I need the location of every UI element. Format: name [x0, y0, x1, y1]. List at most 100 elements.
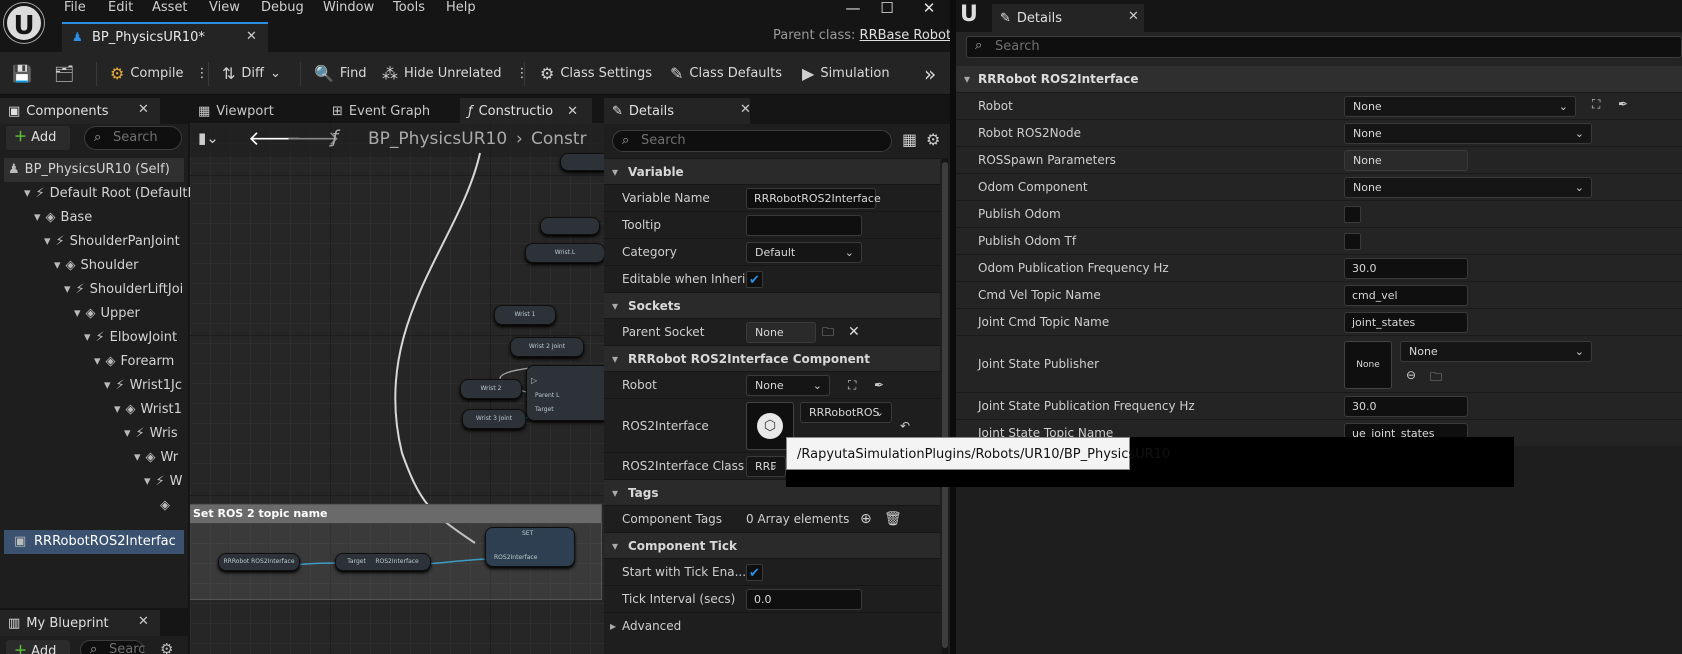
publish-odom-tf-checkbox[interactable]: [1344, 233, 1361, 250]
tab-construction-script[interactable]: ƒ Constructio ✕: [460, 98, 592, 124]
close-tab-icon[interactable]: ✕: [246, 29, 257, 44]
pick-actor-icon[interactable]: ⛶: [1592, 97, 1600, 112]
reset-arrow-icon[interactable]: ↶: [900, 413, 910, 439]
diff-button[interactable]: ⇅ Diff ⌄: [222, 52, 281, 95]
parent-socket-field[interactable]: None: [746, 322, 816, 343]
gear-icon[interactable]: ⚙: [926, 130, 940, 149]
scrollbar-thumb[interactable]: [942, 162, 948, 648]
details-search[interactable]: ⌕ Search: [966, 36, 1682, 58]
details-search[interactable]: ⌕ Search: [612, 130, 892, 152]
my-blueprint-tab[interactable]: ▥ My Blueprint: [0, 610, 160, 636]
section-component[interactable]: ▾ RRRobot ROS2Interface Component: [604, 345, 940, 371]
robot-combo[interactable]: None ⌄: [746, 375, 830, 396]
tree-item[interactable]: ▾ ⚡ ShoulderPanJoint: [44, 230, 180, 254]
tab-event-graph[interactable]: ⊞ Event Graph: [324, 98, 438, 124]
tree-item[interactable]: ▾ ◈ Wrist1: [114, 398, 182, 422]
tree-item-ros2interface[interactable]: ▣ RRRobotROS2Interfac: [4, 530, 184, 554]
rosspawn-parameters-field[interactable]: None: [1344, 150, 1468, 171]
ros2interface-class-combo[interactable]: RRF ⌄: [746, 456, 786, 477]
publisher-thumbnail[interactable]: None: [1344, 341, 1392, 389]
joint-state-frequency-field[interactable]: 30.0: [1344, 396, 1468, 417]
tree-item[interactable]: ◈: [160, 494, 175, 518]
more-toolbar-icon[interactable]: »: [924, 52, 936, 95]
tree-item[interactable]: ▾ ⚡ Default Root (DefaultR: [24, 182, 197, 206]
add-component-button[interactable]: ＋ Add: [6, 126, 70, 150]
parent-class-link[interactable]: RRBase Robot: [860, 28, 952, 43]
joint-state-publisher-combo[interactable]: None ⌄: [1400, 341, 1592, 362]
menu-edit[interactable]: Edit: [108, 0, 133, 15]
tree-item[interactable]: ▾ ⚡ W: [144, 470, 183, 494]
menu-window[interactable]: Window: [323, 0, 374, 15]
my-blueprint-search[interactable]: ⌕ Searc: [80, 640, 145, 654]
close-my-blueprint-icon[interactable]: ✕: [138, 614, 149, 629]
gear-icon[interactable]: ⚙: [160, 640, 173, 654]
add-variable-button[interactable]: ＋ Add: [6, 640, 70, 654]
cmd-vel-topic-field[interactable]: cmd_vel: [1344, 285, 1468, 306]
use-selected-icon[interactable]: ⊖: [1406, 368, 1416, 382]
components-search[interactable]: ⌕ Search: [84, 126, 182, 150]
robot-combo[interactable]: None ⌄: [1344, 96, 1576, 117]
section-component-tick[interactable]: ▾ Component Tick: [604, 532, 940, 558]
find-button[interactable]: 🔍 Find: [314, 52, 367, 95]
joint-cmd-topic-field[interactable]: joint_states: [1344, 312, 1468, 333]
tree-item[interactable]: ▾ ⚡ ShoulderLiftJoi: [64, 278, 183, 302]
close-details-icon[interactable]: ✕: [740, 102, 751, 117]
eyedropper-icon[interactable]: ✒: [1618, 97, 1628, 111]
simulation-button[interactable]: ▶ Simulation: [802, 52, 890, 95]
tree-item[interactable]: ▾ ◈ Base: [34, 206, 92, 230]
tree-item[interactable]: ▾ ◈ Forearm: [94, 350, 174, 374]
pick-actor-icon[interactable]: ⛶: [848, 372, 856, 398]
graph-node-wrist2-joint[interactable]: Wrist 2 Joint: [510, 337, 584, 357]
close-details-icon[interactable]: ✕: [1128, 9, 1139, 24]
graph-node-wrist2[interactable]: Wrist 2: [460, 379, 522, 399]
browse-asset-icon[interactable]: 🗀: [1430, 368, 1442, 389]
comment-title[interactable]: Set ROS 2 topic name: [190, 505, 601, 523]
graph-node-attach[interactable]: ▷ Parent L Target: [526, 365, 604, 421]
tooltip-field[interactable]: [746, 215, 862, 236]
editable-checkbox[interactable]: [746, 268, 763, 294]
tree-item[interactable]: ▾ ◈ Wr: [134, 446, 178, 470]
scrollbar-track[interactable]: [942, 158, 948, 654]
section-rrrobot-ros2interface[interactable]: ▾ RRRobot ROS2Interface: [956, 66, 1682, 92]
graph-node-set[interactable]: SET ROS2Interface: [485, 527, 575, 567]
menu-asset[interactable]: Asset: [152, 0, 188, 15]
maximize-icon[interactable]: ☐: [872, 0, 902, 21]
tree-item-self[interactable]: ♟ BP_PhysicsUR10 (Self): [4, 158, 184, 182]
components-tab[interactable]: ▣ Components: [0, 98, 160, 124]
odom-component-combo[interactable]: None ⌄: [1344, 177, 1592, 198]
details-tab[interactable]: ✎ Details: [604, 98, 750, 124]
browse-button[interactable]: 🗂: [54, 52, 74, 95]
document-tab[interactable]: ♟ BP_PhysicsUR10* ✕: [62, 22, 268, 52]
menu-debug[interactable]: Debug: [261, 0, 304, 15]
section-variable[interactable]: ▾ Variable: [604, 158, 940, 184]
clear-icon[interactable]: ✕: [848, 319, 860, 345]
menu-help[interactable]: Help: [446, 0, 476, 15]
graph-node[interactable]: [540, 217, 600, 235]
table-view-icon[interactable]: ▦: [902, 130, 917, 149]
tree-item[interactable]: ▾ ⚡ Wrist1Jc: [104, 374, 182, 398]
menu-file[interactable]: File: [64, 0, 86, 15]
class-defaults-button[interactable]: ✎ Class Defaults: [670, 52, 782, 95]
graph-node-rrrobot-ref[interactable]: RRRobot ROS2Interface: [218, 553, 300, 571]
add-element-icon[interactable]: ⊕: [860, 506, 872, 532]
exec-pin-icon[interactable]: ▷: [531, 376, 537, 385]
robot-ros2node-combo[interactable]: None ⌄: [1344, 123, 1592, 144]
hide-unrelated-button[interactable]: ⁂ Hide Unrelated ⋮: [382, 52, 529, 95]
graph-node-get-ros2interface[interactable]: Target ROS2Interface: [335, 553, 431, 571]
compile-options-icon[interactable]: ⋮: [196, 66, 209, 81]
browse-socket-icon[interactable]: 🗀: [822, 319, 834, 345]
graph-node-wrist-l[interactable]: Wrist.L: [525, 243, 604, 263]
row-advanced[interactable]: ▸ Advanced: [604, 612, 940, 639]
compile-button[interactable]: ⚙ Compile ⋮: [110, 52, 209, 95]
menu-tools[interactable]: Tools: [393, 0, 425, 15]
category-combo[interactable]: Default ⌄: [746, 242, 862, 263]
blueprint-graph[interactable]: ▮⌄ 🡐 🡒 ƒ BP_PhysicsUR10 › Constr Wrist.L…: [190, 123, 604, 654]
tree-item[interactable]: ▾ ◈ Upper: [74, 302, 140, 326]
eyedropper-icon[interactable]: ✒: [874, 372, 884, 398]
graph-node-wrist3-joint[interactable]: Wrist 3 Joint: [462, 409, 526, 429]
publish-odom-checkbox[interactable]: [1344, 206, 1361, 223]
odom-frequency-field[interactable]: 30.0: [1344, 258, 1468, 279]
variable-name-field[interactable]: RRRobotROS2Interface: [746, 188, 881, 209]
trash-icon[interactable]: 🗑: [884, 506, 902, 532]
minimize-icon[interactable]: —: [838, 0, 868, 21]
